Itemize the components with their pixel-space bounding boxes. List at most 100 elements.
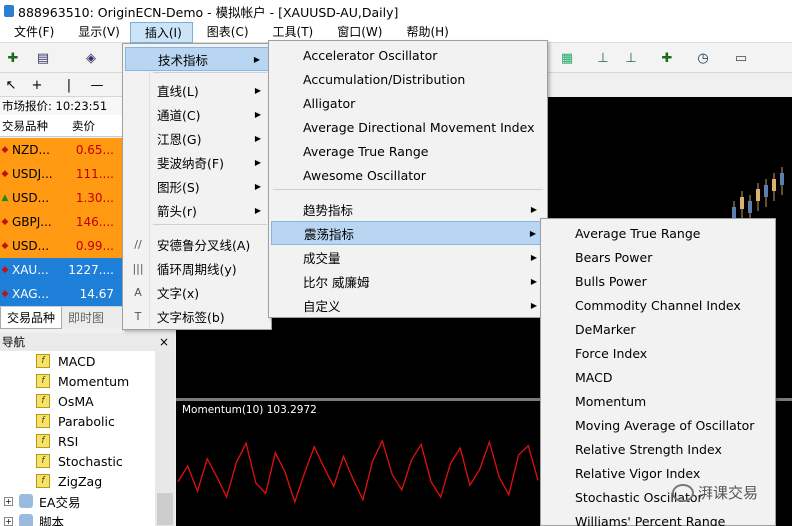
insert-menu-item[interactable]: ||| 循环周期线(y)	[125, 256, 269, 280]
oscillator-menu-item[interactable]: Relative Strength Index	[543, 437, 773, 461]
menu-file[interactable]: 文件(F)	[0, 22, 64, 43]
momentum-line	[177, 438, 539, 505]
direction-icon: ◆	[1, 145, 9, 155]
insert-menu-item[interactable]: T 文字标签(b)	[125, 304, 269, 328]
expand-icon[interactable]: +	[4, 496, 13, 506]
navigator-indicator[interactable]: f Parabolic	[36, 411, 115, 431]
indicator-menu-item[interactable]: 比尔 威廉姆 ▶	[271, 269, 545, 293]
indicator-icon: f	[36, 414, 50, 428]
navigator-header: 导航 ×	[0, 333, 175, 351]
tab-tick-chart[interactable]: 即时图	[62, 307, 110, 329]
market-watch-icon[interactable]: ◈	[80, 48, 102, 68]
oscillator-menu-item[interactable]: Bulls Power	[543, 269, 773, 293]
indicator-label: MACD	[58, 353, 96, 369]
submenu-arrow-icon: ▶	[253, 54, 260, 64]
folder-icon	[19, 514, 33, 526]
menu-item-label: 比尔 威廉姆	[303, 274, 370, 290]
insert-menu-item[interactable]: // 安德鲁分叉线(A)	[125, 232, 269, 256]
menu-tool-icon: //	[134, 237, 142, 251]
navigator-indicator[interactable]: f RSI	[36, 431, 78, 451]
indicator-menu-item[interactable]: Accelerator Oscillator	[271, 43, 545, 67]
menu-view[interactable]: 显示(V)	[64, 22, 130, 43]
crosshair-icon[interactable]: +	[26, 75, 48, 95]
indicator-label: OsMA	[58, 393, 94, 409]
menu-tool-icon: A	[134, 285, 142, 299]
insert-menu-item[interactable]: 图形(S) ▶	[125, 174, 269, 198]
vertical-line-icon[interactable]: |	[58, 75, 80, 95]
menu-charts[interactable]: 图表(C)	[193, 22, 259, 43]
insert-menu-item[interactable]: 斐波纳奇(F) ▶	[125, 150, 269, 174]
menu-item-label: 文字(x)	[157, 285, 200, 301]
tab-symbols[interactable]: 交易品种	[0, 307, 63, 329]
menu-tool-icon: T	[134, 309, 142, 323]
menu-item-label: Williams' Percent Range	[575, 513, 726, 526]
tile-windows-icon[interactable]: ▦	[556, 48, 578, 68]
periods-clock-icon[interactable]: ◷	[692, 48, 714, 68]
indicator-menu-item[interactable]: Alligator	[271, 91, 545, 115]
menu-item-label: Accelerator Oscillator	[303, 47, 438, 63]
oscillator-menu-item[interactable]: MACD	[543, 365, 773, 389]
row-symbol: USD...	[12, 191, 50, 205]
indicator-menu-item[interactable]: 趋势指标 ▶	[271, 197, 545, 221]
indicator-label: Parabolic	[58, 413, 115, 429]
navigator-title: 导航	[2, 335, 25, 349]
oscillator-menu-item[interactable]: Momentum	[543, 389, 773, 413]
oscillators-submenu: Average True Range Bears Power Bulls Power…	[540, 218, 776, 526]
period-separator-icon[interactable]: ⊥	[592, 48, 614, 68]
oscillator-menu-item[interactable]: Bears Power	[543, 245, 773, 269]
indicator-menu-item[interactable]: Average Directional Movement Index	[271, 115, 545, 139]
menu-item-label: MACD	[575, 369, 613, 385]
insert-menu-item[interactable]: 通道(C) ▶	[125, 102, 269, 126]
submenu-arrow-icon: ▶	[254, 133, 261, 143]
insert-menu-item[interactable]: 技术指标 ▶	[125, 47, 269, 71]
title-bar: 888963510: OriginECN-Demo - 模拟帐户 - [XAUU…	[0, 0, 792, 22]
indicator-label: ZigZag	[58, 473, 103, 489]
close-icon[interactable]: ×	[159, 333, 169, 351]
oscillator-menu-item[interactable]: Commodity Channel Index	[543, 293, 773, 317]
indicator-menu-item[interactable]: Average True Range	[271, 139, 545, 163]
direction-icon: ▲	[1, 193, 9, 203]
column-bid[interactable]: 卖价	[72, 118, 95, 134]
new-chart-icon[interactable]: ✚	[2, 48, 24, 68]
navigator-category[interactable]: + EA交易	[4, 491, 80, 511]
menu-item-label: 斐波纳奇(F)	[157, 155, 224, 171]
insert-menu-item[interactable]: 江恩(G) ▶	[125, 126, 269, 150]
indicator-menu-item[interactable]: Awesome Oscillator	[271, 163, 545, 187]
chart-shift-icon[interactable]: ⊥	[620, 48, 642, 68]
indicator-menu-item[interactable]: 成交量 ▶	[271, 245, 545, 269]
profiles-icon[interactable]: ▤	[32, 48, 54, 68]
insert-menu-item[interactable]: 直线(L) ▶	[125, 78, 269, 102]
navigator-indicator[interactable]: f Stochastic	[36, 451, 123, 471]
menu-item-label: Bears Power	[575, 249, 653, 265]
oscillator-menu-item[interactable]: Moving Average of Oscillator	[543, 413, 773, 437]
navigator-indicator[interactable]: f OsMA	[36, 391, 94, 411]
navigator-scrollbar[interactable]	[155, 351, 175, 526]
navigator-indicator[interactable]: f ZigZag	[36, 471, 102, 491]
direction-icon: ◆	[1, 169, 9, 179]
cursor-icon[interactable]: ↖	[0, 75, 22, 95]
insert-menu-item[interactable]: 箭头(r) ▶	[125, 198, 269, 222]
wechat-logo-icon	[672, 483, 694, 502]
insert-menu-item[interactable]: A 文字(x)	[125, 280, 269, 304]
templates-icon[interactable]: ▭	[730, 48, 752, 68]
indicator-menu-item[interactable]: 震荡指标 ▶	[271, 221, 545, 245]
scrollbar-thumb[interactable]	[157, 493, 173, 525]
menu-item-label: 文字标签(b)	[157, 309, 225, 325]
oscillator-menu-item[interactable]: Average True Range	[543, 221, 773, 245]
navigator-indicator[interactable]: f MACD	[36, 351, 95, 371]
column-symbol[interactable]: 交易品种	[0, 118, 72, 134]
row-bid: 111....	[75, 167, 114, 181]
row-bid: 1.30...	[75, 191, 114, 205]
navigator-indicator[interactable]: f Momentum	[36, 371, 129, 391]
oscillator-menu-item[interactable]: Force Index	[543, 341, 773, 365]
navigator-category[interactable]: + 脚本	[4, 511, 64, 526]
indicators-icon[interactable]: ✚	[656, 48, 678, 68]
indicator-menu-item[interactable]: 自定义 ▶	[271, 293, 545, 317]
horizontal-line-icon[interactable]: —	[86, 75, 108, 95]
menu-insert[interactable]: 插入(I)	[129, 21, 193, 43]
menu-item-label: Commodity Channel Index	[575, 297, 741, 313]
expand-icon[interactable]: +	[4, 516, 13, 526]
oscillator-menu-item[interactable]: Williams' Percent Range	[543, 509, 773, 526]
indicator-menu-item[interactable]: Accumulation/Distribution	[271, 67, 545, 91]
oscillator-menu-item[interactable]: DeMarker	[543, 317, 773, 341]
